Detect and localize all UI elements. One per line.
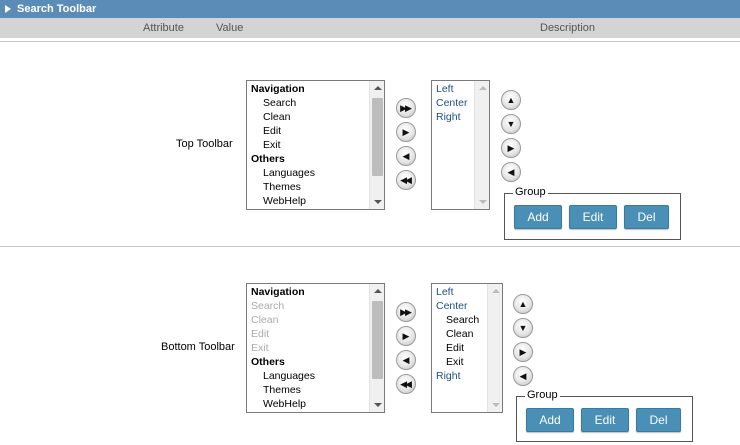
list-item[interactable]: Clean (247, 110, 368, 124)
scroll-thumb[interactable] (372, 98, 383, 176)
edit-group-button[interactable]: Edit (569, 205, 617, 229)
list-group-header[interactable]: Navigation (247, 285, 368, 299)
outdent-button[interactable]: ◀ (501, 162, 521, 182)
scroll-down-icon[interactable] (374, 200, 382, 204)
top-available-list[interactable]: Navigation Search Clean Edit Exit Others Langu… (246, 80, 385, 210)
list-item[interactable]: Exit (247, 138, 368, 152)
collapse-triangle-icon[interactable] (5, 5, 11, 13)
add-all-button[interactable]: ▶▶ (396, 98, 416, 118)
add-group-button[interactable]: Add (526, 408, 574, 432)
bottom-available-list[interactable]: Navigation Search Clean Edit Exit Others Langu… (246, 283, 385, 413)
list-item: Exit (251, 342, 269, 354)
add-one-button[interactable]: ▶ (396, 122, 416, 142)
column-attribute: Attribute (143, 22, 184, 34)
column-description: Description (540, 22, 596, 34)
column-header: Attribute Value Description (0, 18, 740, 38)
list-item[interactable]: Left (432, 285, 486, 299)
edit-group-button[interactable]: Edit (581, 408, 629, 432)
remove-all-button[interactable]: ◀◀ (396, 170, 416, 190)
top-toolbar-label: Top Toolbar (176, 138, 233, 150)
list-item[interactable]: WebHelp (247, 397, 368, 411)
scroll-up-icon[interactable] (479, 86, 487, 90)
double-right-icon: ▶▶ (400, 306, 412, 317)
top-group-box: Group Add Edit Del (504, 186, 681, 240)
list-item[interactable]: Clean (432, 327, 486, 341)
list-item[interactable]: Languages (247, 369, 368, 383)
double-left-icon: ◀◀ (400, 174, 412, 185)
outdent-button[interactable]: ◀ (513, 366, 533, 386)
scroll-thumb[interactable] (372, 301, 383, 379)
list-item[interactable]: Center (432, 96, 473, 110)
scroll-down-icon[interactable] (374, 403, 382, 407)
add-group-button[interactable]: Add (514, 205, 562, 229)
double-right-icon: ▶▶ (400, 102, 412, 113)
left-icon: ◀ (402, 354, 410, 365)
move-down-button[interactable]: ▼ (513, 318, 533, 338)
column-value: Value (216, 22, 244, 34)
list-item[interactable]: Edit (432, 341, 486, 355)
up-icon: ▲ (518, 298, 528, 309)
section-title-bar[interactable]: Search Toolbar (0, 0, 740, 18)
scroll-up-icon[interactable] (492, 289, 500, 293)
list-item: Edit (251, 328, 270, 340)
scroll-down-icon[interactable] (479, 200, 487, 204)
list-item: Clean (251, 314, 279, 326)
bottom-group-box: Group Add Edit Del (516, 389, 693, 442)
list-group-header[interactable]: Others (247, 152, 368, 166)
list-item[interactable]: Right (432, 369, 486, 383)
list-item[interactable]: Themes (247, 383, 368, 397)
left-icon: ◀ (519, 370, 527, 381)
remove-all-button[interactable]: ◀◀ (396, 374, 416, 394)
scrollbar[interactable] (369, 81, 384, 209)
right-icon: ▶ (519, 346, 527, 357)
right-icon: ▶ (402, 330, 410, 341)
bottom-toolbar-label: Bottom Toolbar (161, 341, 235, 353)
list-item: Search (251, 300, 285, 312)
list-item[interactable]: Left (432, 82, 473, 96)
list-item[interactable]: Languages (247, 166, 368, 180)
list-item[interactable]: Search (432, 313, 486, 327)
group-legend: Group (525, 389, 560, 401)
divider (0, 246, 740, 247)
move-down-button[interactable]: ▼ (501, 114, 521, 134)
scrollbar[interactable] (474, 81, 489, 209)
indent-button[interactable]: ▶ (501, 138, 521, 158)
left-icon: ◀ (402, 150, 410, 161)
section-title: Search Toolbar (17, 3, 97, 15)
list-item[interactable]: Search (247, 96, 368, 110)
top-selected-list[interactable]: Left Center Right (431, 80, 490, 210)
bottom-selected-list[interactable]: Left Center Search Clean Edit Exit Right (431, 283, 503, 413)
list-item[interactable]: Themes (247, 180, 368, 194)
delete-group-button[interactable]: Del (636, 408, 681, 432)
scroll-down-icon[interactable] (492, 403, 500, 407)
list-item[interactable]: Center (432, 299, 486, 313)
add-all-button[interactable]: ▶▶ (396, 302, 416, 322)
list-item[interactable]: WebHelp (247, 194, 368, 208)
list-group-header[interactable]: Others (247, 355, 368, 369)
scrollbar[interactable] (487, 284, 502, 412)
scrollbar[interactable] (369, 284, 384, 412)
scroll-up-icon[interactable] (374, 86, 382, 90)
delete-group-button[interactable]: Del (624, 205, 669, 229)
list-group-header[interactable]: Navigation (247, 82, 368, 96)
remove-one-button[interactable]: ◀ (396, 350, 416, 370)
remove-one-button[interactable]: ◀ (396, 146, 416, 166)
divider (0, 41, 740, 42)
move-up-button[interactable]: ▲ (501, 90, 521, 110)
list-item[interactable]: Exit (432, 355, 486, 369)
down-icon: ▼ (518, 322, 528, 333)
right-icon: ▶ (402, 126, 410, 137)
scroll-up-icon[interactable] (374, 289, 382, 293)
list-item[interactable]: Right (432, 110, 473, 124)
add-one-button[interactable]: ▶ (396, 326, 416, 346)
right-icon: ▶ (507, 142, 515, 153)
move-up-button[interactable]: ▲ (513, 294, 533, 314)
list-item[interactable]: Edit (247, 124, 368, 138)
left-icon: ◀ (507, 166, 515, 177)
up-icon: ▲ (506, 94, 516, 105)
group-legend: Group (513, 186, 548, 198)
indent-button[interactable]: ▶ (513, 342, 533, 362)
down-icon: ▼ (506, 118, 516, 129)
double-left-icon: ◀◀ (400, 378, 412, 389)
